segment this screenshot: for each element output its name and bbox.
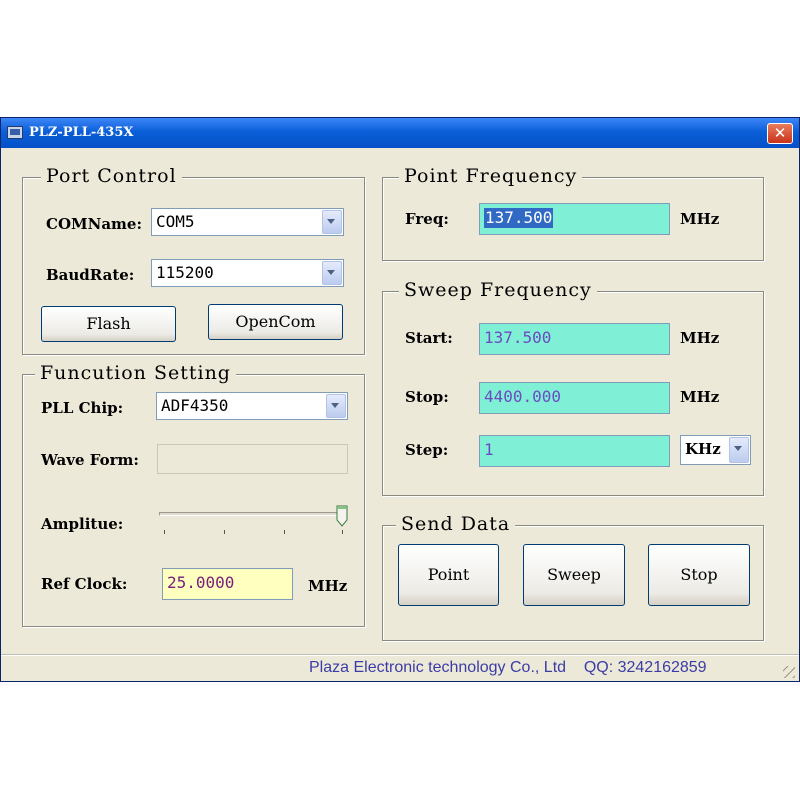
com-name-value: COM5 — [156, 212, 195, 231]
wave-form-label: Wave Form: — [41, 451, 139, 469]
stop-value: 4400.000 — [484, 387, 562, 406]
start-value: 137.500 — [484, 328, 552, 347]
point-button[interactable]: Point — [398, 544, 499, 606]
flash-button[interactable]: Flash — [41, 306, 176, 342]
status-bar: Plaza Electronic technology Co., Ltd QQ:… — [1, 654, 799, 681]
pll-chip-select[interactable]: ADF4350 — [156, 392, 348, 420]
freq-input[interactable]: 137.500 — [479, 203, 670, 235]
amplitude-slider-thumb[interactable] — [336, 505, 348, 527]
baud-rate-select[interactable]: 115200 — [151, 259, 344, 287]
step-unit-value: KHz — [685, 440, 721, 458]
slider-tick — [224, 530, 225, 534]
step-input[interactable]: 1 — [479, 435, 670, 467]
point-frequency-legend: Point Frequency — [399, 164, 583, 188]
status-text: Plaza Electronic technology Co., Ltd QQ:… — [309, 659, 707, 676]
com-name-select[interactable]: COM5 — [151, 208, 344, 236]
slider-tick — [342, 530, 343, 534]
baud-rate-value: 115200 — [156, 263, 214, 282]
close-button[interactable]: ✕ — [767, 123, 793, 144]
step-unit-select[interactable]: KHz — [680, 435, 751, 465]
status-bar-divider — [1, 655, 799, 656]
stop-input[interactable]: 4400.000 — [479, 382, 670, 414]
wave-form-field — [157, 444, 348, 474]
port-control-legend: Port Control — [41, 164, 182, 188]
step-label: Step: — [405, 441, 449, 459]
amplitude-label: Amplitue: — [41, 515, 124, 533]
amplitude-slider-track[interactable] — [159, 512, 345, 516]
ref-clock-unit: MHz — [308, 577, 348, 595]
title-bar[interactable]: PLZ-PLL-435X ✕ — [1, 118, 799, 148]
open-com-button[interactable]: OpenCom — [208, 304, 343, 340]
com-name-label: COMName: — [46, 215, 142, 233]
ref-clock-value: 25.0000 — [167, 573, 235, 592]
sweep-frequency-legend: Sweep Frequency — [399, 278, 597, 302]
sweep-button[interactable]: Sweep — [523, 544, 625, 606]
send-data-legend: Send Data — [396, 512, 516, 536]
freq-value: 137.500 — [484, 208, 554, 228]
slider-tick — [164, 530, 165, 534]
app-icon — [7, 126, 23, 139]
stop-label: Stop: — [405, 388, 449, 406]
chevron-down-icon[interactable] — [322, 210, 342, 234]
start-unit: MHz — [680, 329, 720, 347]
app-window: PLZ-PLL-435X ✕ Port Control COMName: COM… — [0, 117, 800, 682]
stop-button[interactable]: Stop — [648, 544, 750, 606]
start-label: Start: — [405, 329, 453, 347]
chevron-down-icon[interactable] — [729, 437, 749, 463]
start-input[interactable]: 137.500 — [479, 323, 670, 355]
slider-tick — [284, 530, 285, 534]
step-value: 1 — [484, 440, 494, 459]
ref-clock-label: Ref Clock: — [41, 575, 128, 593]
freq-unit: MHz — [680, 210, 720, 228]
ref-clock-input[interactable]: 25.0000 — [162, 568, 293, 600]
freq-label: Freq: — [405, 210, 449, 228]
baud-rate-label: BaudRate: — [46, 266, 135, 284]
function-setting-legend: Funcution Setting — [35, 361, 236, 385]
window-title: PLZ-PLL-435X — [29, 125, 134, 140]
resize-grip-icon[interactable] — [783, 666, 795, 678]
stop-unit: MHz — [680, 388, 720, 406]
chevron-down-icon[interactable] — [322, 261, 342, 285]
pll-chip-value: ADF4350 — [161, 396, 229, 415]
chevron-down-icon[interactable] — [326, 394, 346, 418]
pll-chip-label: PLL Chip: — [41, 399, 124, 417]
